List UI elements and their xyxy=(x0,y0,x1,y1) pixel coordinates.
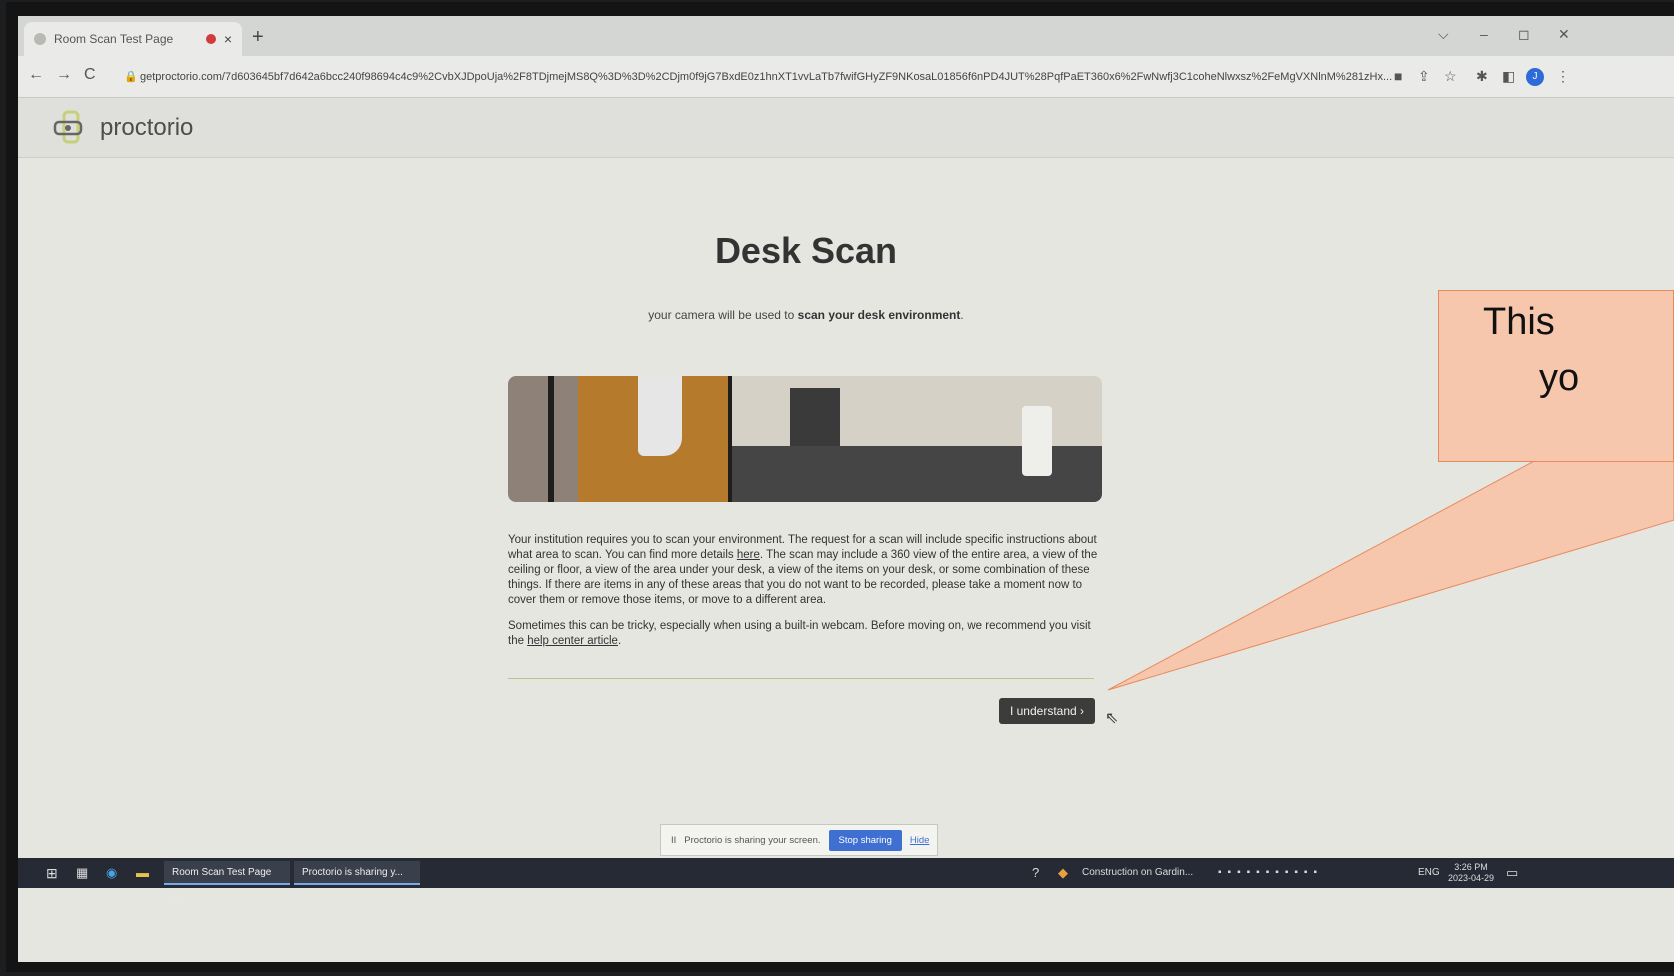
back-button[interactable]: ← xyxy=(28,66,44,84)
taskbar-app-chrome[interactable]: Room Scan Test Page ... xyxy=(164,861,290,902)
screen-sharing-bar: II Proctorio is sharing your screen. Sto… xyxy=(660,824,938,856)
extensions-icon[interactable]: ✱ xyxy=(1476,68,1488,85)
desk-scan-page: Desk Scan your camera will be used to sc… xyxy=(18,158,1674,878)
task-view-icon[interactable]: ▦ xyxy=(76,858,88,888)
maximize-button[interactable]: ◻ xyxy=(1518,26,1530,43)
windows-taskbar: ⊞ ▦ ◉ ▬ Room Scan Test Page ... Proctori… xyxy=(18,858,1674,902)
subtitle-suffix: . xyxy=(960,308,964,322)
subtitle-prefix: your camera will be used to xyxy=(648,308,798,322)
new-tab-button[interactable]: + xyxy=(252,26,264,49)
instructions-paragraph-2: Sometimes this can be tricky, especially… xyxy=(508,619,1102,649)
taskbar-clock[interactable]: 3:26 PM 2023-04-29 xyxy=(1448,862,1494,884)
drag-handle-icon[interactable]: II xyxy=(671,835,676,846)
help-icon[interactable]: ? xyxy=(1032,858,1039,888)
notifications-icon[interactable]: ▭ xyxy=(1506,858,1518,888)
lock-icon: 🔒 xyxy=(124,71,138,83)
sharing-message: Proctorio is sharing your screen. xyxy=(684,834,821,846)
clock-time: 3:26 PM xyxy=(1454,862,1488,872)
desk-photo xyxy=(732,376,1102,502)
address-bar[interactable]: 🔒 getproctorio.com/7d603645bf7d642a6bcc2… xyxy=(118,62,1506,92)
callout-line-2: yo xyxy=(1539,357,1580,399)
browser-tab[interactable]: Room Scan Test Page × xyxy=(24,22,242,56)
stop-sharing-button[interactable]: Stop sharing xyxy=(828,829,902,851)
side-panel-icon[interactable]: ◧ xyxy=(1502,68,1515,85)
monitor-bezel: Room Scan Test Page × + ⌵ – ◻ ✕ ← → C 🔒 … xyxy=(6,2,1674,972)
share-icon[interactable]: ⇪ xyxy=(1418,68,1430,85)
system-tray-icons[interactable]: ▪▪▪▪▪▪▪▪▪▪▪ xyxy=(1218,858,1323,888)
browser-tab-bar: Room Scan Test Page × + ⌵ – ◻ ✕ xyxy=(18,16,1674,56)
minimize-button[interactable]: – xyxy=(1480,26,1488,42)
desk-scan-example-image xyxy=(508,376,1102,502)
callout-box: This yo xyxy=(1438,290,1674,462)
language-indicator[interactable]: ENG xyxy=(1418,858,1440,888)
traffic-icon[interactable]: ◆ xyxy=(1058,858,1068,888)
profile-avatar[interactable]: J xyxy=(1526,68,1544,86)
windows-start-icon[interactable]: ⊞ xyxy=(46,858,58,888)
tab-title: Room Scan Test Page xyxy=(54,32,174,46)
instructions-text: Your institution requires you to scan yo… xyxy=(508,533,1102,660)
details-here-link[interactable]: here xyxy=(737,549,760,561)
divider xyxy=(508,678,1094,679)
tab-favicon-icon xyxy=(34,33,46,45)
edge-browser-icon[interactable]: ◉ xyxy=(106,858,117,888)
callout-line-1: This xyxy=(1483,301,1555,343)
i-understand-button[interactable]: I understand › xyxy=(999,698,1095,724)
window-close-button[interactable]: ✕ xyxy=(1558,26,1570,43)
clock-date: 2023-04-29 xyxy=(1448,873,1495,883)
para2-text-b: . xyxy=(617,635,622,647)
bookmark-star-icon[interactable]: ☆ xyxy=(1444,68,1457,85)
forward-button[interactable]: → xyxy=(56,66,72,84)
instructions-paragraph-1: Your institution requires you to scan yo… xyxy=(508,533,1102,608)
proctorio-logo-icon xyxy=(53,110,83,144)
door-photo xyxy=(508,376,732,502)
tab-search-button[interactable]: ⌵ xyxy=(1438,26,1449,43)
tab-close-button[interactable]: × xyxy=(224,31,232,47)
file-explorer-icon[interactable]: ▬ xyxy=(136,858,149,888)
hide-button[interactable]: Hide xyxy=(910,835,930,846)
recording-indicator-icon xyxy=(205,34,216,44)
menu-icon[interactable]: ⋮ xyxy=(1556,68,1570,85)
url-text: getproctorio.com/7d603645bf7d642a6bcc240… xyxy=(140,71,1393,83)
reload-button[interactable]: C xyxy=(84,66,96,84)
taskbar-app-proctorio[interactable]: Proctorio is sharing y... xyxy=(294,861,420,885)
subtitle-bold: scan your desk environment xyxy=(797,308,961,322)
camera-icon[interactable]: ■ xyxy=(1394,68,1402,84)
brand-name: proctorio xyxy=(100,114,194,141)
app-header: proctorio xyxy=(18,98,1674,158)
browser-toolbar: ← → C 🔒 getproctorio.com/7d603645bf7d642… xyxy=(18,56,1674,98)
screen: Room Scan Test Page × + ⌵ – ◻ ✕ ← → C 🔒 … xyxy=(18,16,1674,962)
page-title: Desk Scan xyxy=(714,230,898,271)
help-center-article-link[interactable]: help center article xyxy=(527,635,618,647)
taskbar-notification[interactable]: Construction on Gardin... xyxy=(1082,858,1193,888)
mouse-cursor-icon: ⇖ xyxy=(1105,710,1119,727)
page-subtitle: your camera will be used to scan your de… xyxy=(18,308,1594,322)
